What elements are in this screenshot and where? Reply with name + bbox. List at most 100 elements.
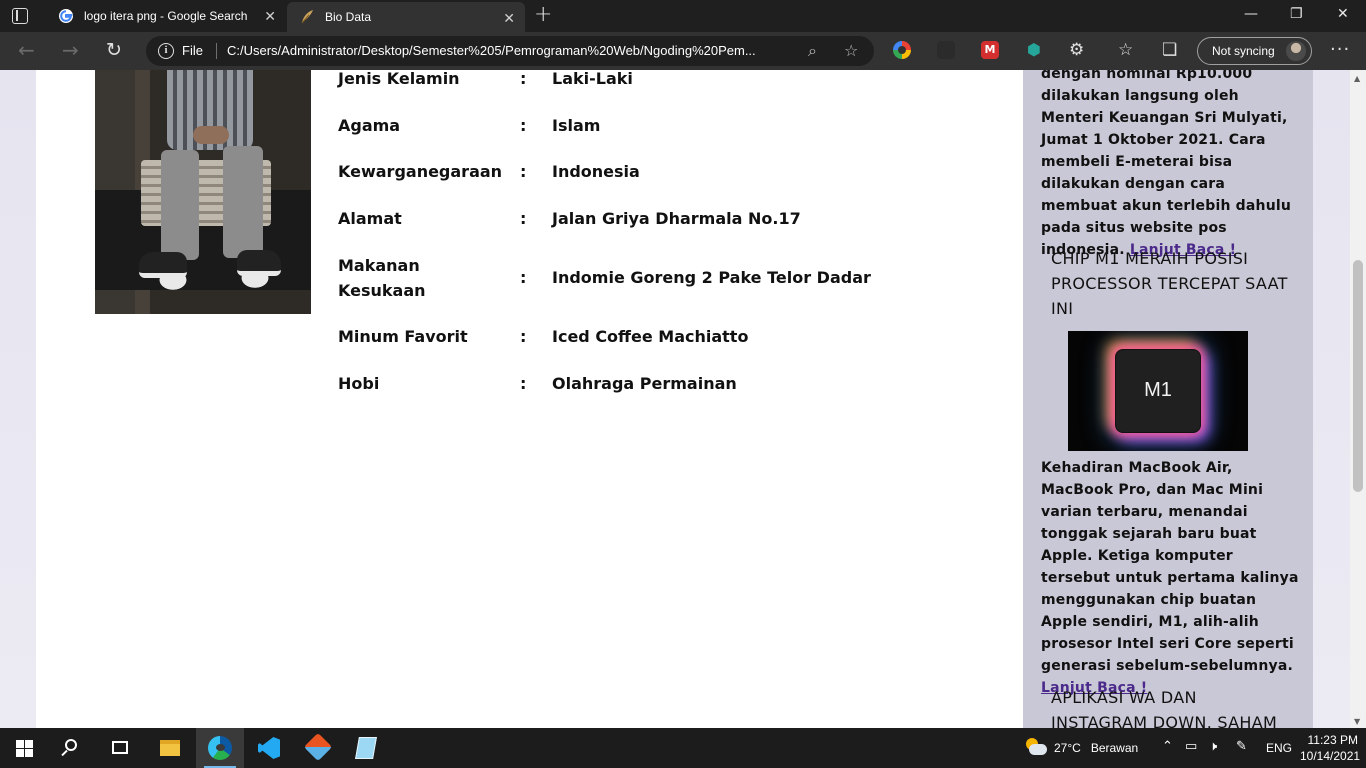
system-clock[interactable]: 11:23 PM 10/14/2021: [1300, 732, 1361, 764]
close-tab-icon[interactable]: ✕: [503, 10, 515, 27]
url-text[interactable]: C:/Users/Administrator/Desktop/Semester%…: [227, 43, 797, 58]
tab-bio-data[interactable]: Bio Data ✕: [287, 2, 525, 32]
mendeley-extension-icon[interactable]: M: [981, 41, 999, 59]
add-favorite-icon[interactable]: ☆: [844, 41, 858, 60]
table-row: Makanan Kesukaan : Indomie Goreng 2 Pake…: [338, 253, 978, 303]
collections-icon[interactable]: ❏: [1162, 40, 1177, 60]
window-close-icon[interactable]: ✕: [1337, 6, 1349, 22]
news-body: Kehadiran MacBook Air, MacBook Pro, dan …: [1041, 460, 1299, 674]
extensions-puzzle-icon[interactable]: ⚙: [1069, 40, 1084, 60]
scroll-up-icon[interactable]: ▲: [1354, 74, 1360, 83]
notepad-button[interactable]: [342, 728, 390, 768]
bio-colon: :: [520, 268, 527, 287]
google-icon: [59, 9, 73, 23]
weather-widget[interactable]: 27°C Berawan: [1024, 728, 1138, 768]
address-bar[interactable]: i File C:/Users/Administrator/Desktop/Se…: [146, 36, 874, 66]
news-title[interactable]: APLIKASI WA DAN INSTAGRAM DOWN, SAHAM: [1051, 685, 1291, 728]
main-content: Jenis Kelamin : Laki-Laki Agama : Islam …: [36, 70, 1023, 728]
profile-status-label: Not syncing: [1212, 44, 1275, 58]
task-view-button[interactable]: [96, 728, 144, 768]
news-title[interactable]: CHIP M1 MERAIH POSISI PROCESSOR TERCEPAT…: [1051, 246, 1291, 321]
divider: [216, 43, 217, 59]
profile-button[interactable]: Not syncing: [1197, 37, 1312, 65]
vscode-icon: [258, 737, 280, 759]
back-icon[interactable]: ←: [18, 40, 35, 60]
task-view-icon: [112, 741, 128, 754]
tab-title: logo itera png - Google Search: [84, 9, 248, 23]
url-scheme: File: [182, 43, 203, 58]
page-viewport: Jenis Kelamin : Laki-Laki Agama : Islam …: [0, 70, 1350, 728]
chip-graphic: M1: [1115, 349, 1201, 433]
close-tab-icon[interactable]: ✕: [264, 8, 276, 25]
news-article-text: dengan nominal Rp10.000 dilakukan langsu…: [1041, 70, 1299, 261]
cloudy-weather-icon: [1024, 738, 1047, 756]
edge-button[interactable]: [196, 728, 244, 768]
tab-title: Bio Data: [325, 10, 372, 24]
vscode-button[interactable]: [244, 728, 292, 768]
minimize-icon[interactable]: —: [1244, 6, 1258, 22]
bio-value: Olahraga Permainan: [552, 374, 737, 393]
favorites-icon[interactable]: ☆: [1118, 40, 1133, 60]
info-icon[interactable]: i: [158, 43, 174, 59]
windows-taskbar: 27°C Berawan ⌃ ▭ 🕨 ✎ ENG 11:23 PM 10/14/…: [0, 728, 1366, 768]
avatar: [1286, 41, 1306, 61]
news-body: dengan nominal Rp10.000 dilakukan langsu…: [1041, 70, 1292, 258]
bio-value: Laki-Laki: [552, 70, 633, 88]
photo-shoe: [139, 252, 187, 278]
pen-icon[interactable]: ✎: [1236, 739, 1247, 754]
volume-muted-icon[interactable]: 🕨: [1209, 739, 1217, 754]
tab-strip: logo itera png - Google Search ✕ Bio Dat…: [0, 0, 1366, 32]
location-extension-icon[interactable]: ⬢: [1025, 41, 1043, 59]
bio-colon: :: [520, 209, 527, 228]
browser-toolbar: ← → ↻ i File C:/Users/Administrator/Desk…: [0, 32, 1366, 70]
file-explorer-button[interactable]: [146, 728, 194, 768]
new-tab-icon[interactable]: +: [534, 4, 552, 26]
photo-leg: [223, 146, 263, 258]
search-icon: [65, 739, 77, 751]
reload-icon[interactable]: ↻: [106, 40, 122, 60]
photo-shoe: [237, 250, 281, 276]
tab-google-search[interactable]: logo itera png - Google Search ✕: [48, 0, 286, 32]
language-indicator[interactable]: ENG: [1266, 741, 1292, 755]
bio-value: Islam: [552, 116, 601, 135]
more-options-icon[interactable]: ···: [1330, 39, 1350, 60]
profile-photo: [95, 70, 311, 314]
bio-label: Agama: [338, 116, 401, 135]
news-article-text: Kehadiran MacBook Air, MacBook Pro, dan …: [1041, 457, 1299, 699]
bio-value: Indomie Goreng 2 Pake Telor Dadar: [552, 268, 871, 287]
bio-colon: :: [520, 327, 527, 346]
weather-desc: Berawan: [1090, 741, 1139, 755]
clock-date: 10/14/2021: [1300, 749, 1361, 763]
scrollbar-thumb[interactable]: [1353, 260, 1363, 492]
photo-leg: [161, 150, 199, 260]
scroll-down-icon[interactable]: ▼: [1354, 717, 1360, 726]
bio-colon: :: [520, 374, 527, 393]
windows-logo-icon: [16, 740, 24, 748]
m1-chip-image: M1: [1068, 331, 1248, 451]
bio-label: Makanan Kesukaan: [338, 256, 426, 300]
bio-value: Jalan Griya Dharmala No.17: [552, 209, 801, 228]
folder-icon: [160, 740, 180, 756]
news-sidebar: dengan nominal Rp10.000 dilakukan langsu…: [1023, 70, 1313, 728]
extension-icon[interactable]: [937, 41, 955, 59]
zoom-icon[interactable]: ⌕: [808, 41, 817, 61]
photo-hands: [193, 126, 229, 144]
bio-value: Indonesia: [552, 162, 640, 181]
forward-icon[interactable]: →: [62, 40, 79, 60]
notepad-icon: [355, 737, 377, 759]
bio-colon: :: [520, 116, 527, 135]
bio-colon: :: [520, 162, 527, 181]
battery-icon[interactable]: ▭: [1185, 739, 1197, 754]
restore-icon[interactable]: ❐: [1290, 6, 1303, 22]
search-button[interactable]: [48, 728, 96, 768]
bio-label: Jenis Kelamin: [338, 70, 460, 88]
color-picker-extension-icon[interactable]: [893, 41, 911, 59]
start-button[interactable]: [0, 728, 48, 768]
chip-label: M1: [1144, 379, 1172, 401]
vertical-scrollbar[interactable]: ▲ ▼: [1350, 70, 1366, 728]
clock-time: 11:23 PM: [1307, 733, 1358, 747]
show-hidden-icons-icon[interactable]: ⌃: [1162, 739, 1173, 754]
tab-actions-icon[interactable]: [12, 8, 28, 24]
git-app-button[interactable]: [294, 728, 342, 768]
bio-value: Iced Coffee Machiatto: [552, 327, 749, 346]
